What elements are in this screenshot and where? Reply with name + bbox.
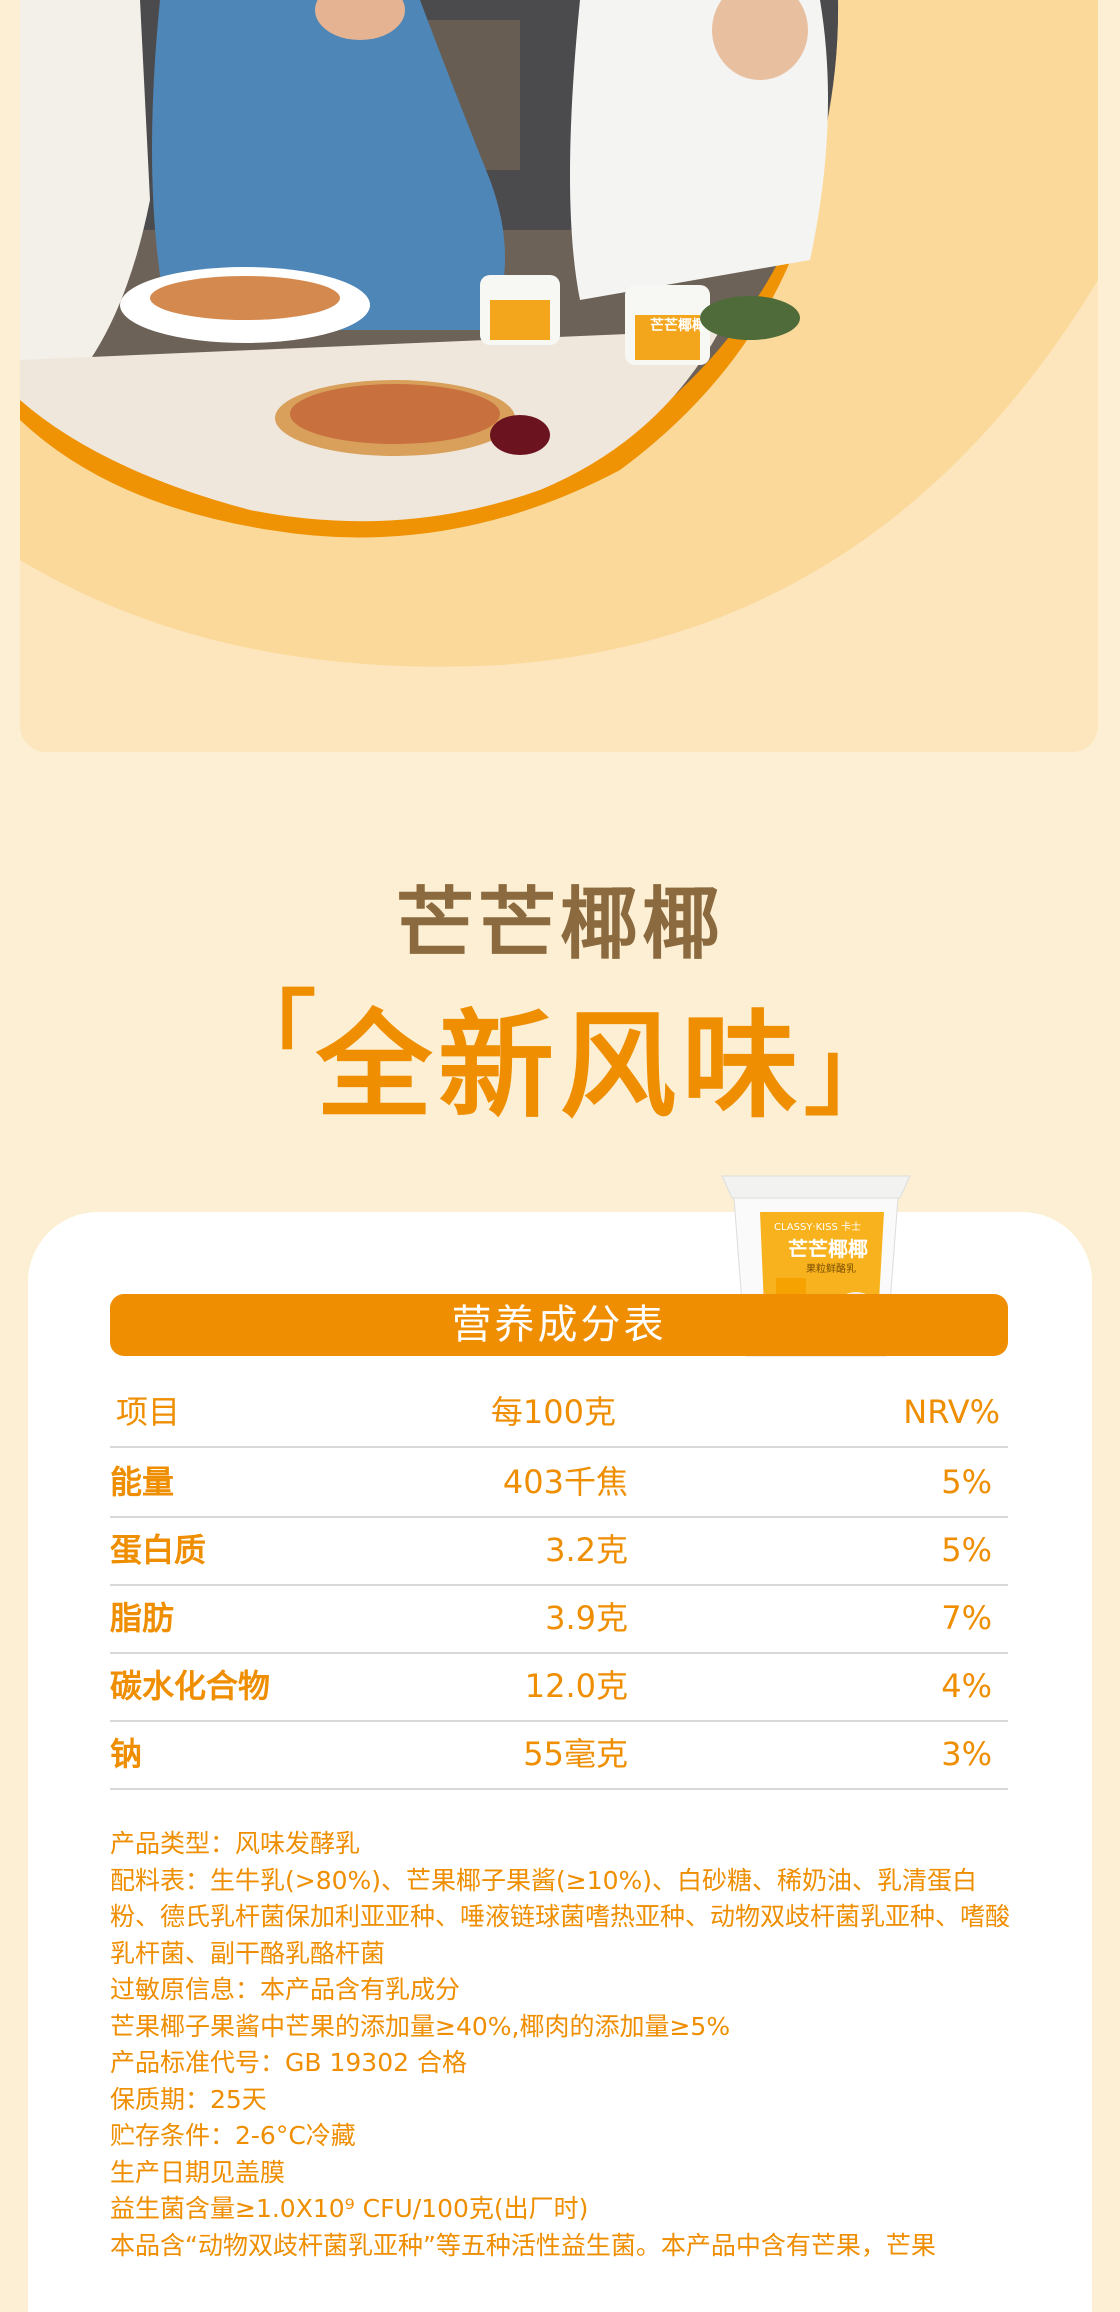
row-nrv: 5% [941, 1531, 992, 1569]
product-notes: 产品类型：风味发酵乳 配料表：生牛乳(>80%)、芒果椰子果酱(≥10%)、白砂… [110, 1826, 1020, 2264]
row-item: 碳水化合物 [110, 1667, 271, 1705]
note-fruit-content: 芒果椰子果酱中芒果的添加量≥40%,椰肉的添加量≥5% [110, 2011, 731, 2041]
cup-sub: 果粒鲜酪乳 [806, 1262, 856, 1275]
row-item: 蛋白质 [110, 1531, 207, 1569]
table-row: 蛋白质 3.2克 5% [110, 1516, 1008, 1586]
note-standard: 产品标准代号：GB 19302 合格 [110, 2048, 467, 2077]
product-title: 芒芒椰椰 [395, 880, 724, 970]
nutrition-header-row: 项目 每100克 NRV% [110, 1378, 1008, 1448]
row-per100: 3.2克 [545, 1531, 628, 1569]
row-nrv: 3% [941, 1735, 992, 1773]
note-shelf-life: 保质期：25天 [110, 2084, 267, 2114]
dining-photo: 芒芒椰椰 [20, 0, 1098, 667]
row-item: 钠 [110, 1735, 143, 1773]
row-item: 能量 [110, 1463, 175, 1501]
hero-card: 芒芒椰椰 [20, 0, 1098, 752]
tagline-text: 全新风味 [316, 999, 804, 1134]
cup-name: 芒芒椰椰 [788, 1237, 868, 1261]
note-probiotic-strains: 本品含“动物双歧杆菌乳亚种”等五种活性益生菌。本产品中含有芒果，芒果 [110, 2230, 936, 2260]
row-nrv: 7% [941, 1599, 992, 1637]
table-row: 碳水化合物 12.0克 4% [110, 1652, 1008, 1722]
row-item: 脂肪 [110, 1599, 175, 1637]
tagline: 「全新风味」 [0, 960, 1120, 1140]
note-storage: 贮存条件：2-6°C冷藏 [110, 2121, 356, 2150]
header-item: 项目 [116, 1393, 181, 1431]
table-row: 钠 55毫克 3% [110, 1720, 1008, 1790]
cup-label-text: 芒芒椰椰 [650, 317, 706, 334]
row-per100: 3.9克 [545, 1599, 628, 1637]
header-per100: 每100克 [490, 1393, 616, 1431]
note-ingredients: 配料表：生牛乳(>80%)、芒果椰子果酱(≥10%)、白砂糖、稀奶油、乳清蛋白粉… [110, 1865, 1011, 1968]
row-nrv: 5% [941, 1463, 992, 1501]
row-per100: 403千焦 [502, 1463, 628, 1501]
note-product-type: 产品类型：风味发酵乳 [110, 1829, 361, 1858]
cup-brand: CLASSY·KISS 卡士 [774, 1220, 861, 1233]
note-production-date: 生产日期见盖膜 [110, 2157, 286, 2187]
row-per100: 12.0克 [524, 1667, 628, 1705]
note-allergen: 过敏原信息：本产品含有乳成分 [110, 1975, 461, 2004]
bracket-close: 」 [804, 1021, 897, 1128]
note-probiotic-count: 益生菌含量≥1.0X10⁹ CFU/100克(出厂时) [110, 2194, 589, 2223]
table-row: 脂肪 3.9克 7% [110, 1584, 1008, 1654]
nutrition-table-title: 营养成分表 [110, 1294, 1008, 1356]
header-nrv: NRV% [903, 1393, 1000, 1431]
bracket-open: 「 [223, 981, 316, 1088]
row-per100: 55毫克 [523, 1735, 628, 1773]
table-row: 能量 403千焦 5% [110, 1448, 1008, 1518]
row-nrv: 4% [941, 1667, 992, 1705]
